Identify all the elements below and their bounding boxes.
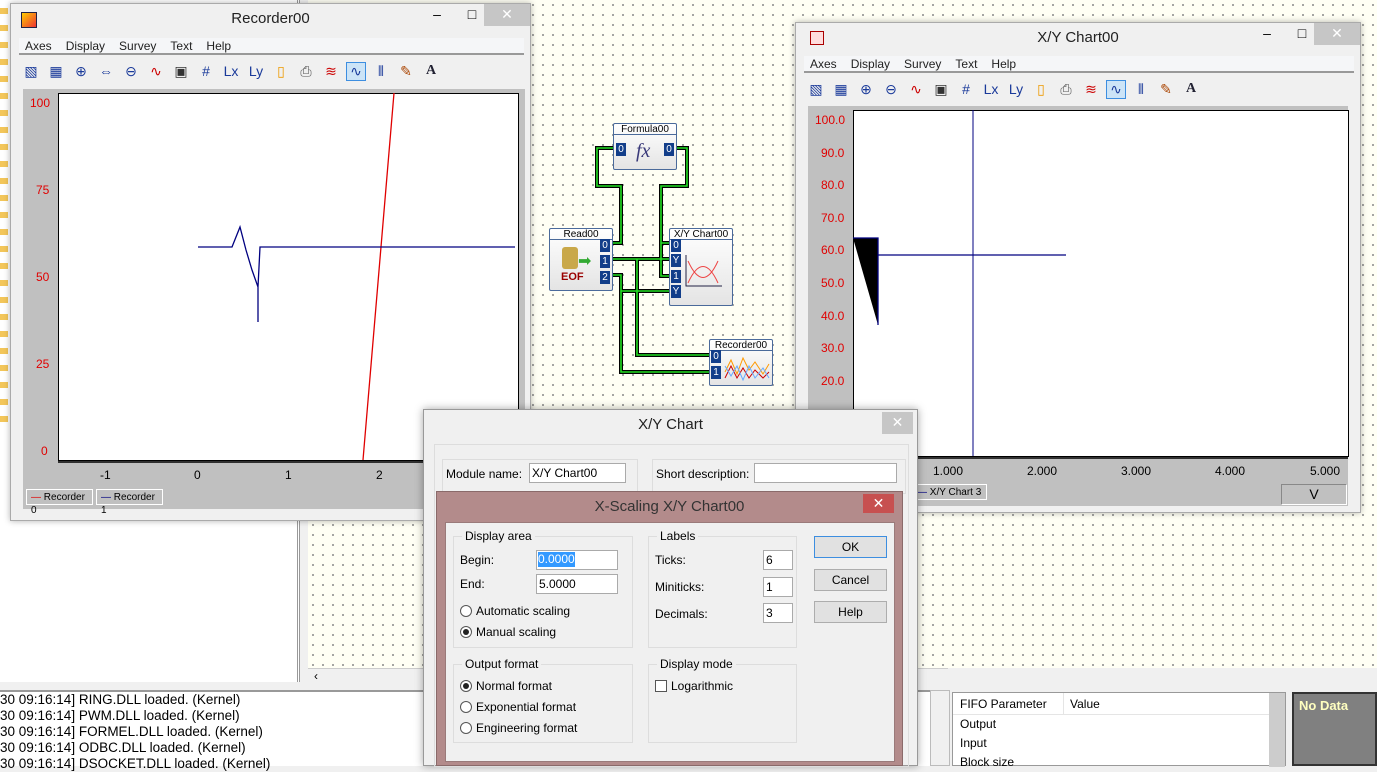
unit-label: V: [1281, 484, 1347, 505]
ticks-label: Ticks:: [655, 553, 686, 567]
dialog-title: X/Y Chart: [638, 416, 703, 433]
miniticks-input[interactable]: [763, 577, 793, 597]
display-mode-group: Display mode: [648, 657, 797, 743]
x-tick-label: 4.000: [1215, 464, 1246, 478]
short-description-label: Short description:: [656, 467, 750, 481]
x-tick-label: 3.000: [1121, 464, 1152, 478]
decimals-label: Decimals:: [655, 607, 708, 621]
y-tick-label: 20.0: [821, 374, 845, 388]
end-input[interactable]: [536, 574, 618, 594]
miniticks-label: Miniticks:: [655, 580, 705, 594]
cancel-button[interactable]: Cancel: [814, 569, 887, 591]
x-tick-label: 1.000: [933, 464, 964, 478]
x-tick-label: 5.000: [1310, 464, 1341, 478]
y-tick-label: 30.0: [821, 341, 845, 355]
begin-selection: 0.0000: [538, 552, 575, 567]
ok-button[interactable]: OK: [814, 536, 887, 558]
y-tick-label: 60.0: [821, 243, 845, 257]
close-button[interactable]: ✕: [863, 494, 894, 513]
y-tick-label: 50.0: [821, 276, 845, 290]
engineering-format-radio[interactable]: Engineering format: [460, 721, 577, 735]
begin-label: Begin:: [460, 553, 495, 567]
dialog-title: X-Scaling X/Y Chart00: [594, 498, 745, 515]
automatic-scaling-radio[interactable]: Automatic scaling: [460, 604, 570, 618]
ticks-input[interactable]: [763, 550, 793, 570]
short-description-input[interactable]: [754, 463, 897, 483]
close-button[interactable]: ✕: [882, 412, 913, 434]
legend-xy-chart-3[interactable]: — X/Y Chart 3: [912, 484, 987, 500]
x-tick-label: 2.000: [1027, 464, 1058, 478]
y-tick-label: 40.0: [821, 309, 845, 323]
y-tick-label: 100.0: [815, 113, 846, 127]
end-label: End:: [460, 577, 485, 591]
y-tick-label: 70.0: [821, 211, 845, 225]
normal-format-radio[interactable]: Normal format: [460, 679, 552, 693]
exponential-format-radio[interactable]: Exponential format: [460, 700, 576, 714]
help-button[interactable]: Help: [814, 601, 887, 623]
y-tick-label: 80.0: [821, 178, 845, 192]
decimals-input[interactable]: [763, 603, 793, 623]
manual-scaling-radio[interactable]: Manual scaling: [460, 625, 556, 639]
module-name-label: Module name:: [446, 467, 523, 481]
logarithmic-checkbox[interactable]: Logarithmic: [655, 679, 733, 693]
y-tick-label: 90.0: [821, 146, 845, 160]
module-name-input[interactable]: [529, 463, 626, 483]
